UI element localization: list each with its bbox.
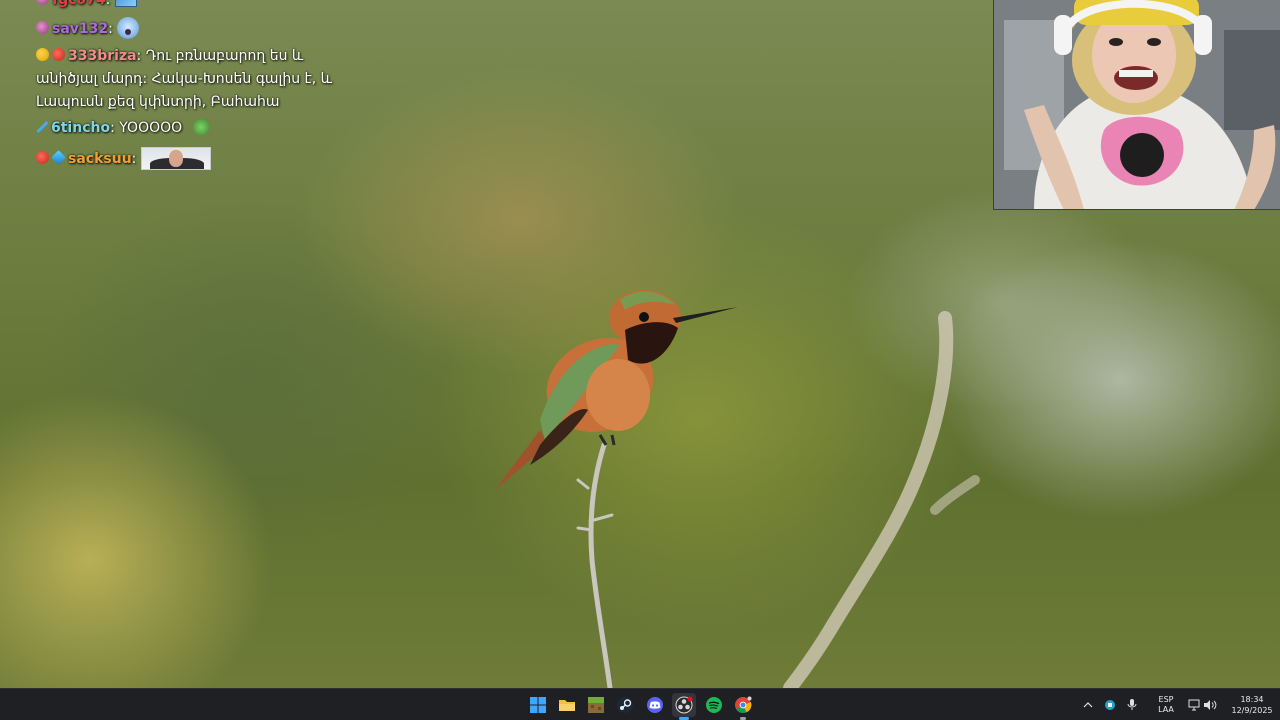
cube-badge-icon bbox=[51, 150, 66, 165]
windows-logo-icon bbox=[530, 697, 546, 713]
chat-username: sav132 bbox=[52, 21, 109, 37]
show-hidden-icons-chevron-icon[interactable] bbox=[1080, 697, 1096, 713]
input-language-indicator[interactable]: ESP LAA bbox=[1152, 695, 1180, 715]
subscriber-badge-icon bbox=[36, 0, 49, 5]
speaker-icon bbox=[1204, 700, 1217, 710]
obs-button[interactable] bbox=[672, 693, 696, 720]
chat-separator: : bbox=[105, 0, 111, 8]
spotify-icon bbox=[706, 697, 722, 713]
chrome-icon bbox=[735, 696, 752, 713]
steam-icon bbox=[617, 697, 633, 713]
chat-username: 333briza bbox=[68, 48, 137, 64]
microphone-tray-icon[interactable] bbox=[1124, 697, 1140, 713]
system-tray: ESP LAA 18:34 12/9/2025 bbox=[1080, 689, 1280, 720]
picture-emote-icon bbox=[114, 0, 137, 7]
windows-taskbar: ESP LAA 18:34 12/9/2025 bbox=[0, 688, 1280, 720]
pepe-emote-icon bbox=[192, 119, 209, 135]
streamer-webcam bbox=[993, 0, 1280, 210]
chrome-button[interactable] bbox=[731, 693, 755, 720]
start-button[interactable] bbox=[526, 693, 550, 717]
webcam-person-icon bbox=[994, 0, 1280, 209]
volume-tray-icon[interactable] bbox=[1202, 697, 1218, 713]
security-tray-icon[interactable] bbox=[1102, 697, 1118, 713]
blurred-branch bbox=[783, 311, 954, 688]
file-explorer-button[interactable] bbox=[555, 693, 579, 717]
subscriber-badge-icon bbox=[36, 21, 49, 34]
keyboard-layout: LAA bbox=[1158, 705, 1174, 714]
photo-emote-icon bbox=[140, 147, 211, 170]
network-monitor-icon bbox=[1188, 699, 1200, 711]
discord-icon bbox=[647, 697, 663, 713]
chevron-up-icon bbox=[1083, 702, 1093, 708]
chat-message: fgc074: bbox=[36, 0, 137, 12]
obs-icon bbox=[675, 696, 693, 714]
folder-icon bbox=[559, 700, 575, 711]
microphone-icon bbox=[1127, 699, 1137, 710]
gift-badge-icon bbox=[36, 48, 49, 61]
spotify-button[interactable] bbox=[702, 693, 726, 717]
chat-message: 6tincho: YOOOOO bbox=[36, 117, 209, 140]
language-code: ESP bbox=[1158, 695, 1174, 704]
perch-branch bbox=[588, 442, 613, 688]
discord-button[interactable] bbox=[643, 693, 667, 717]
chat-text: YOOOOO bbox=[119, 120, 183, 136]
network-tray-icon[interactable] bbox=[1186, 697, 1202, 713]
minecraft-button[interactable] bbox=[584, 693, 608, 717]
chat-username: 6tincho bbox=[51, 120, 111, 136]
shield-icon bbox=[1105, 700, 1115, 710]
chat-separator: : bbox=[108, 21, 113, 37]
chat-separator: : bbox=[131, 151, 137, 167]
clock[interactable]: 18:34 12/9/2025 bbox=[1230, 694, 1274, 716]
face-emote-icon bbox=[117, 17, 140, 39]
clock-date: 12/9/2025 bbox=[1231, 706, 1273, 715]
clock-time: 18:34 bbox=[1240, 695, 1264, 704]
hummingbird bbox=[495, 290, 738, 490]
chat-username: fgc074 bbox=[52, 0, 106, 8]
chat-message: sav132: bbox=[36, 17, 140, 41]
subscriber-badge-icon bbox=[36, 151, 49, 164]
moderator-badge-icon bbox=[36, 121, 48, 133]
steam-button[interactable] bbox=[613, 693, 637, 717]
subscriber-badge-icon bbox=[52, 48, 65, 61]
chat-separator: : bbox=[136, 48, 142, 64]
grass-block-icon bbox=[588, 697, 604, 713]
chat-message: 333briza: Դու բռնաբարող ես և անիծյալ մար… bbox=[36, 45, 356, 114]
chat-message: sacksuu: bbox=[36, 147, 211, 171]
chat-username: sacksuu bbox=[68, 151, 132, 167]
chat-separator: : bbox=[110, 120, 115, 136]
blurred-twig bbox=[930, 475, 980, 515]
